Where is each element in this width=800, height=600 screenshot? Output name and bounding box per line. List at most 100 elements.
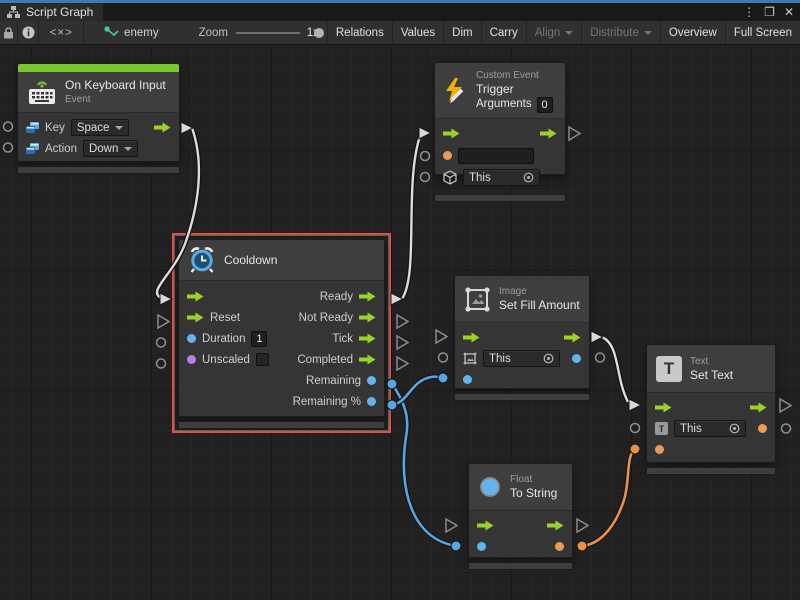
- text-out-port[interactable]: [758, 424, 767, 433]
- image-out-port[interactable]: [572, 354, 581, 363]
- graph-canvas[interactable]: On Keyboard Input Event Key Space: [0, 45, 800, 600]
- tab-script-graph[interactable]: Script Graph: [0, 3, 103, 21]
- flow-port-empty[interactable]: [397, 357, 408, 370]
- zoom-slider[interactable]: [236, 27, 300, 39]
- port-label: Ready: [320, 291, 353, 303]
- flow-out-port[interactable]: [564, 332, 581, 343]
- value-port-empty[interactable]: [4, 143, 13, 152]
- value-port-empty[interactable]: [596, 353, 605, 362]
- float-port[interactable]: [187, 334, 196, 343]
- graph-reference[interactable]: enemy: [104, 26, 159, 39]
- flow-dest-arrow[interactable]: [629, 399, 641, 411]
- node-set-text[interactable]: T Text Set Text T This: [646, 344, 776, 463]
- info-button[interactable]: [18, 21, 39, 44]
- flow-out-port[interactable]: [359, 354, 376, 365]
- float-port[interactable]: [367, 397, 376, 406]
- flow-port-empty[interactable]: [780, 399, 791, 412]
- flow-out-port[interactable]: [359, 291, 376, 302]
- relations-button[interactable]: Relations: [327, 21, 392, 44]
- bool-port[interactable]: [187, 355, 196, 364]
- float-port[interactable]: [367, 376, 376, 385]
- zoom-slider-handle[interactable]: [314, 28, 324, 38]
- string-port[interactable]: [443, 151, 452, 160]
- value-port-empty[interactable]: [782, 424, 791, 433]
- values-button[interactable]: Values: [392, 21, 443, 44]
- value-port-empty[interactable]: [157, 338, 166, 347]
- cooldown-clock-icon: [188, 246, 216, 274]
- window-menu-icon[interactable]: ⋮: [743, 5, 755, 19]
- close-icon[interactable]: ✕: [784, 5, 794, 19]
- flow-source-arrow[interactable]: [591, 331, 603, 343]
- flow-dest-arrow[interactable]: [419, 127, 431, 139]
- flow-source-arrow[interactable]: [181, 122, 193, 134]
- distribute-button[interactable]: Distribute: [581, 21, 660, 44]
- flow-port-empty[interactable]: [577, 519, 588, 532]
- value-port-empty[interactable]: [421, 173, 430, 182]
- wire-endpoint[interactable]: [451, 541, 461, 551]
- node-trigger-custom-event[interactable]: Custom Event Trigger Arguments 0: [434, 62, 566, 175]
- carry-button[interactable]: Carry: [481, 21, 526, 44]
- string-port[interactable]: [655, 445, 664, 454]
- unscaled-checkbox[interactable]: [256, 353, 269, 366]
- key-dropdown[interactable]: Space: [71, 119, 130, 136]
- node-to-string[interactable]: Float To String: [468, 463, 573, 558]
- node-cooldown[interactable]: Cooldown Ready Reset Not Ready: [178, 239, 385, 417]
- code-preview-toggle[interactable]: <×>: [39, 21, 84, 44]
- flow-port-empty[interactable]: [446, 519, 457, 532]
- wire-endpoint[interactable]: [577, 541, 587, 551]
- lock-button[interactable]: [0, 21, 18, 44]
- target-dropdown[interactable]: This: [463, 169, 540, 186]
- action-dropdown[interactable]: Down: [83, 140, 138, 157]
- dim-button[interactable]: Dim: [443, 21, 480, 44]
- node-footer: [434, 194, 566, 202]
- value-port-empty[interactable]: [439, 353, 448, 362]
- flow-dest-arrow[interactable]: [160, 293, 172, 305]
- value-port-empty[interactable]: [4, 122, 13, 131]
- flow-in-port[interactable]: [443, 128, 460, 139]
- node-subtitle: Event: [65, 93, 166, 106]
- overview-button[interactable]: Overview: [660, 21, 725, 44]
- flow-port-empty[interactable]: [397, 315, 408, 328]
- flow-out-port[interactable]: [359, 333, 376, 344]
- float-port[interactable]: [463, 375, 472, 384]
- port-label: Completed: [297, 354, 353, 366]
- value-port-empty[interactable]: [421, 152, 430, 161]
- maximize-icon[interactable]: ❐: [764, 5, 775, 19]
- node-footer: [178, 421, 385, 429]
- flow-in-port[interactable]: [655, 402, 672, 413]
- flow-in-port[interactable]: [187, 291, 204, 302]
- port-label: Key: [45, 122, 65, 134]
- flow-port-empty[interactable]: [436, 330, 447, 343]
- event-name-field[interactable]: [458, 148, 534, 164]
- flow-in-port[interactable]: [187, 312, 204, 323]
- node-on-keyboard-input[interactable]: On Keyboard Input Event Key Space: [17, 63, 180, 162]
- float-port[interactable]: [477, 542, 486, 551]
- flow-out-port[interactable]: [154, 122, 171, 133]
- target-dropdown[interactable]: This: [483, 350, 560, 367]
- flow-source-arrow[interactable]: [391, 293, 403, 305]
- duration-field[interactable]: 1: [251, 331, 267, 347]
- node-footer: [454, 393, 590, 401]
- flow-port-empty[interactable]: [569, 127, 580, 140]
- flow-out-port[interactable]: [540, 128, 557, 139]
- string-out-port[interactable]: [555, 542, 564, 551]
- flow-in-port[interactable]: [477, 520, 494, 531]
- value-port-empty[interactable]: [631, 424, 640, 433]
- port-row-key: Key Space: [18, 117, 179, 138]
- flow-in-port[interactable]: [463, 332, 480, 343]
- value-port-empty[interactable]: [157, 359, 166, 368]
- fullscreen-button[interactable]: Full Screen: [725, 21, 800, 44]
- arguments-field[interactable]: 0: [537, 97, 553, 113]
- flow-out-port[interactable]: [547, 520, 564, 531]
- wire-endpoint[interactable]: [630, 444, 640, 454]
- target-dropdown[interactable]: This: [674, 420, 746, 437]
- wire-endpoint[interactable]: [438, 373, 448, 383]
- node-set-fill-amount[interactable]: Image Set Fill Amount: [454, 275, 590, 389]
- align-button[interactable]: Align: [526, 21, 582, 44]
- flow-out-port[interactable]: [359, 312, 376, 323]
- enum-type-icon: [26, 122, 39, 134]
- flow-out-port[interactable]: [750, 402, 767, 413]
- flow-port-empty[interactable]: [158, 315, 169, 328]
- node-title: Cooldown: [224, 253, 277, 268]
- flow-port-empty[interactable]: [397, 336, 408, 349]
